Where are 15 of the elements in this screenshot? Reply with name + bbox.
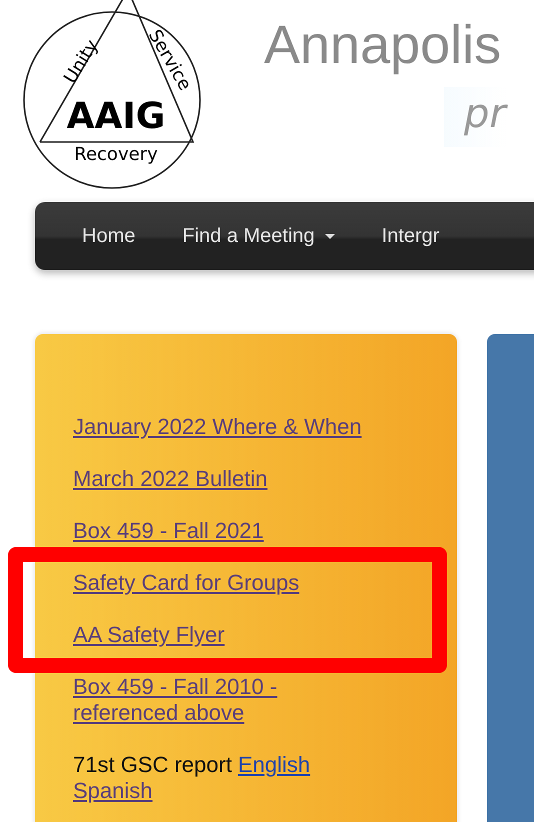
nav-item[interactable]: Intergr [334,224,440,248]
link[interactable]: March 2022 Bulletin [73,466,268,492]
link[interactable]: Box 459 - Fall 2010 - referenced above [73,674,373,726]
link[interactable]: Safety Card for Groups [73,570,300,596]
caret-icon [324,234,335,238]
nav-item[interactable]: Home [35,224,136,248]
link[interactable]: Box 459 - Fall 2021 [73,518,264,544]
report-label: 71st GSC report [73,752,232,778]
link[interactable]: Spanish [73,778,153,804]
link[interactable]: January 2022 Where & When [73,414,362,440]
site-title: Annapolis [264,16,502,76]
link[interactable]: AA Safety Flyer [73,622,225,648]
tagline: pr [444,87,506,148]
link[interactable]: English [238,752,310,778]
nav-item[interactable]: Find a Meeting [135,224,335,248]
